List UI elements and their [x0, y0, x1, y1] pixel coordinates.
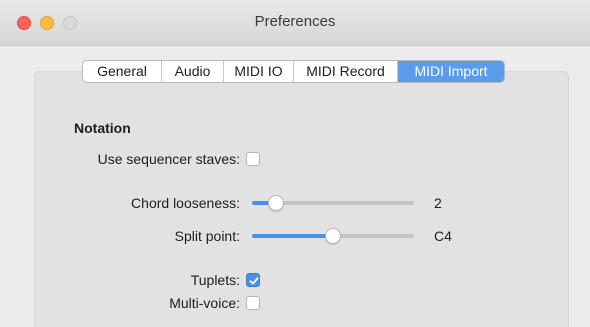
- use-sequencer-staves-label: Use sequencer staves:: [97, 151, 240, 167]
- multi-voice-label: Multi-voice:: [169, 295, 240, 311]
- tuplets-checkbox[interactable]: [246, 273, 260, 287]
- preferences-content: General Audio MIDI IO MIDI Record MIDI I…: [0, 46, 590, 327]
- split-point-slider-knob[interactable]: [325, 228, 341, 244]
- chord-looseness-value: 2: [434, 195, 442, 211]
- chord-looseness-label: Chord looseness:: [131, 195, 240, 211]
- checkmark-icon: [249, 277, 259, 285]
- title-bar[interactable]: Preferences: [0, 0, 590, 46]
- tab-midi-record[interactable]: MIDI Record: [294, 61, 398, 82]
- multi-voice-checkbox[interactable]: [246, 296, 260, 310]
- tab-general[interactable]: General: [83, 61, 162, 82]
- preferences-tab-bar: General Audio MIDI IO MIDI Record MIDI I…: [82, 60, 505, 83]
- tuplets-label: Tuplets:: [190, 272, 240, 288]
- tab-audio[interactable]: Audio: [162, 61, 224, 82]
- split-point-label: Split point:: [174, 228, 240, 244]
- window-title: Preferences: [254, 13, 336, 30]
- use-sequencer-staves-checkbox[interactable]: [246, 152, 260, 166]
- split-point-slider-fill: [252, 234, 333, 238]
- split-point-value: C4: [434, 228, 452, 244]
- preferences-window: Preferences General Audio MIDI IO MIDI R…: [0, 0, 590, 327]
- notation-section-title: Notation: [74, 120, 131, 136]
- tab-midi-io[interactable]: MIDI IO: [224, 61, 294, 82]
- tab-midi-import[interactable]: MIDI Import: [398, 61, 504, 82]
